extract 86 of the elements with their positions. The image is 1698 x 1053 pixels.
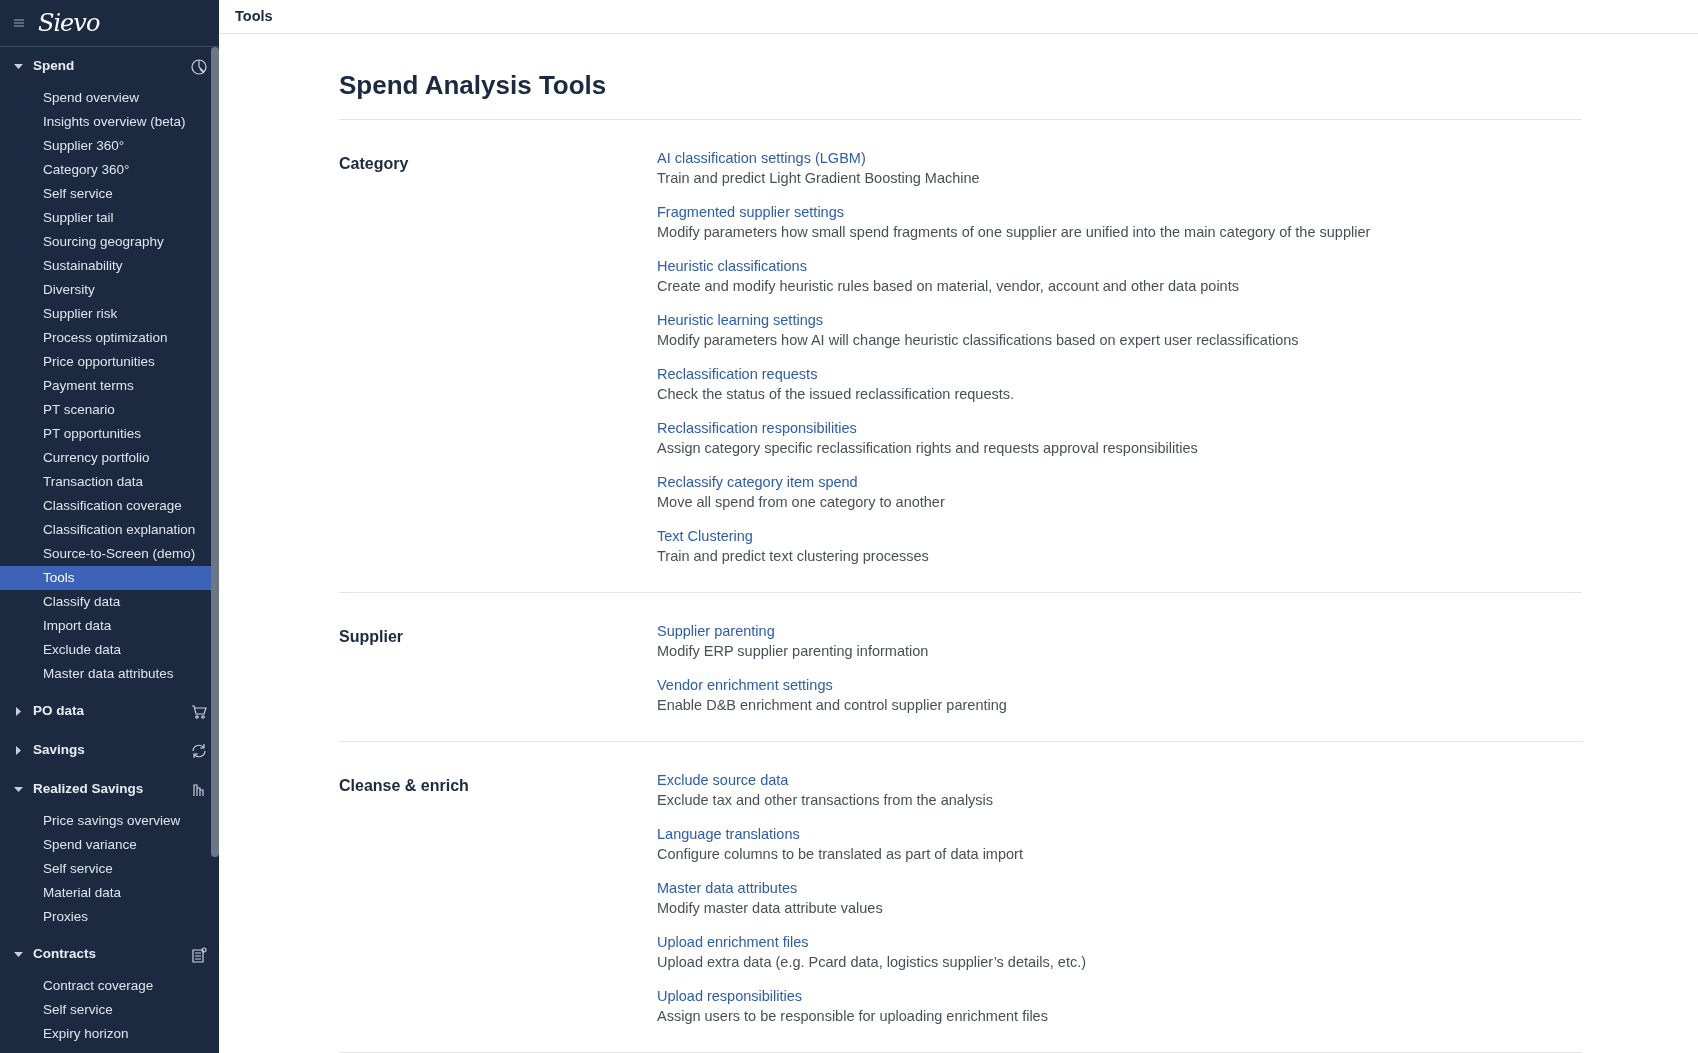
refresh-icon [191,742,207,759]
sidebar-item[interactable]: Insights overview (beta) [0,110,211,134]
tool-description: Enable D&B enrichment and control supplier parenting [657,696,1007,715]
tool-link[interactable]: Upload enrichment files [657,932,809,952]
sidebar-section-header[interactable]: Realized Savings [0,770,211,809]
sidebar-item[interactable]: Exclude data [0,638,211,662]
sidebar-item[interactable]: Supplier tail [0,206,211,230]
tool-link[interactable]: Vendor enrichment settings [657,675,833,695]
tool-link[interactable]: Supplier parenting [657,621,775,641]
tool-link[interactable]: Text Clustering [657,526,753,546]
tool-link[interactable]: Reclassify category item spend [657,472,858,492]
page-title: Tools [235,6,273,26]
sidebar-section-header[interactable]: Spend [0,47,211,86]
tool-description: Exclude tax and other transactions from the analysis [657,791,995,810]
sidebar-item[interactable]: Source-to-Screen (demo) [0,542,211,566]
sidebar-item[interactable]: PT opportunities [0,422,211,446]
sidebar-item[interactable]: Price opportunities [0,350,211,374]
tool-description: Upload extra data (e.g. Pcard data, logistics supplier’s details, etc.) [657,953,1087,972]
menu-icon[interactable] [14,19,24,27]
tool-link[interactable]: Reclassification requests [657,364,818,384]
scrollbar-thumb[interactable] [211,47,219,857]
page-heading: Spend Analysis Tools [339,69,1582,120]
tool-description: Assign category specific reclassification rights and requests approval responsibilities [657,439,1199,458]
sidebar-item[interactable]: Contract coverage [0,974,211,998]
sidebar-item[interactable]: Classify data [0,590,211,614]
tool-description: Train and predict Light Gradient Boosting Machine [657,169,981,188]
tool-description: Modify ERP supplier parenting information [657,642,930,661]
tool-description: Train and predict text clustering processes [657,547,930,566]
sidebar-item[interactable]: Classification explanation [0,518,211,542]
tool-link[interactable]: Language translations [657,824,800,844]
sidebar-section-header[interactable]: PO data [0,692,211,731]
cart-icon [191,703,207,720]
tool-description: Assign users to be responsible for uploading enrichment files [657,1007,1049,1026]
caret-icon [14,785,23,794]
tool-description: Create and modify heuristic rules based on material, vendor, account and other data points [657,277,1240,296]
tool-link[interactable]: Upload responsibilities [657,986,803,1006]
section-title: Category [339,154,410,174]
tool-link[interactable]: Exclude source data [657,770,789,790]
sidebar-item[interactable]: Self service [0,998,211,1022]
sidebar-item[interactable]: Tools [0,566,211,590]
tool-link[interactable]: Heuristic classifications [657,256,807,276]
sidebar-item[interactable]: Sourcing geography [0,230,211,254]
sidebar-item[interactable]: Master data attributes [0,662,211,686]
tool-description: Configure columns to be translated as part of data import [657,845,1024,864]
tool-description: Modify parameters how AI will change heuristic classifications based on expert user reclassifications [657,331,1300,350]
sidebar-item[interactable]: Import data [0,614,211,638]
sidebar-item[interactable]: Self service [0,182,211,206]
tool-description: Check the status of the issued reclassification requests. [657,385,1016,404]
caret-icon [14,707,23,716]
tool-description: Modify parameters how small spend fragments of one supplier are unified into the main category of the supplier [657,223,1371,242]
sidebar-item[interactable]: Payment terms [0,374,211,398]
sidebar-section-header[interactable]: Savings [0,731,211,770]
sidebar-item[interactable]: Proxies [0,905,211,929]
sidebar-item[interactable]: Price savings overview [0,809,211,833]
tool-description: Modify master data attribute values [657,899,884,918]
section-title: Cleanse & enrich [339,776,470,796]
sidebar-item[interactable]: Process optimization [0,326,211,350]
sidebar-item[interactable]: Material data [0,881,211,905]
tool-link[interactable]: Master data attributes [657,878,798,898]
tool-link[interactable]: Reclassification responsibilities [657,418,857,438]
sidebar-item[interactable]: Sustainability [0,254,211,278]
sidebar-item[interactable]: Category 360° [0,158,211,182]
tool-link[interactable]: Fragmented supplier settings [657,202,844,222]
sidebar-item[interactable]: Supplier 360° [0,134,211,158]
sidebar-item[interactable]: Diversity [0,278,211,302]
sidebar-section-header[interactable]: Contracts [0,935,211,974]
bar-chart-icon [191,781,207,798]
logo: Sievo [38,8,100,39]
sidebar-item[interactable]: Spend variance [0,833,211,857]
section-title: Supplier [339,627,404,647]
sidebar-item[interactable]: Supplier risk [0,302,211,326]
sidebar-item[interactable]: Classification coverage [0,494,211,518]
tool-link[interactable]: AI classification settings (LGBM) [657,148,866,168]
caret-icon [14,62,23,71]
sidebar-item[interactable]: Transaction data [0,470,211,494]
sidebar-item[interactable]: Spend overview [0,86,211,110]
tool-description: Move all spend from one category to another [657,493,946,512]
sidebar-item[interactable]: Self service [0,857,211,881]
sidebar-item[interactable]: Expiry horizon [0,1022,211,1046]
sidebar-item[interactable]: Currency portfolio [0,446,211,470]
sidebar-item[interactable]: PT scenario [0,398,211,422]
chart-pie-icon [191,58,207,75]
document-icon [191,946,207,963]
caret-icon [14,746,23,755]
tool-link[interactable]: Heuristic learning settings [657,310,824,330]
caret-icon [14,950,23,959]
